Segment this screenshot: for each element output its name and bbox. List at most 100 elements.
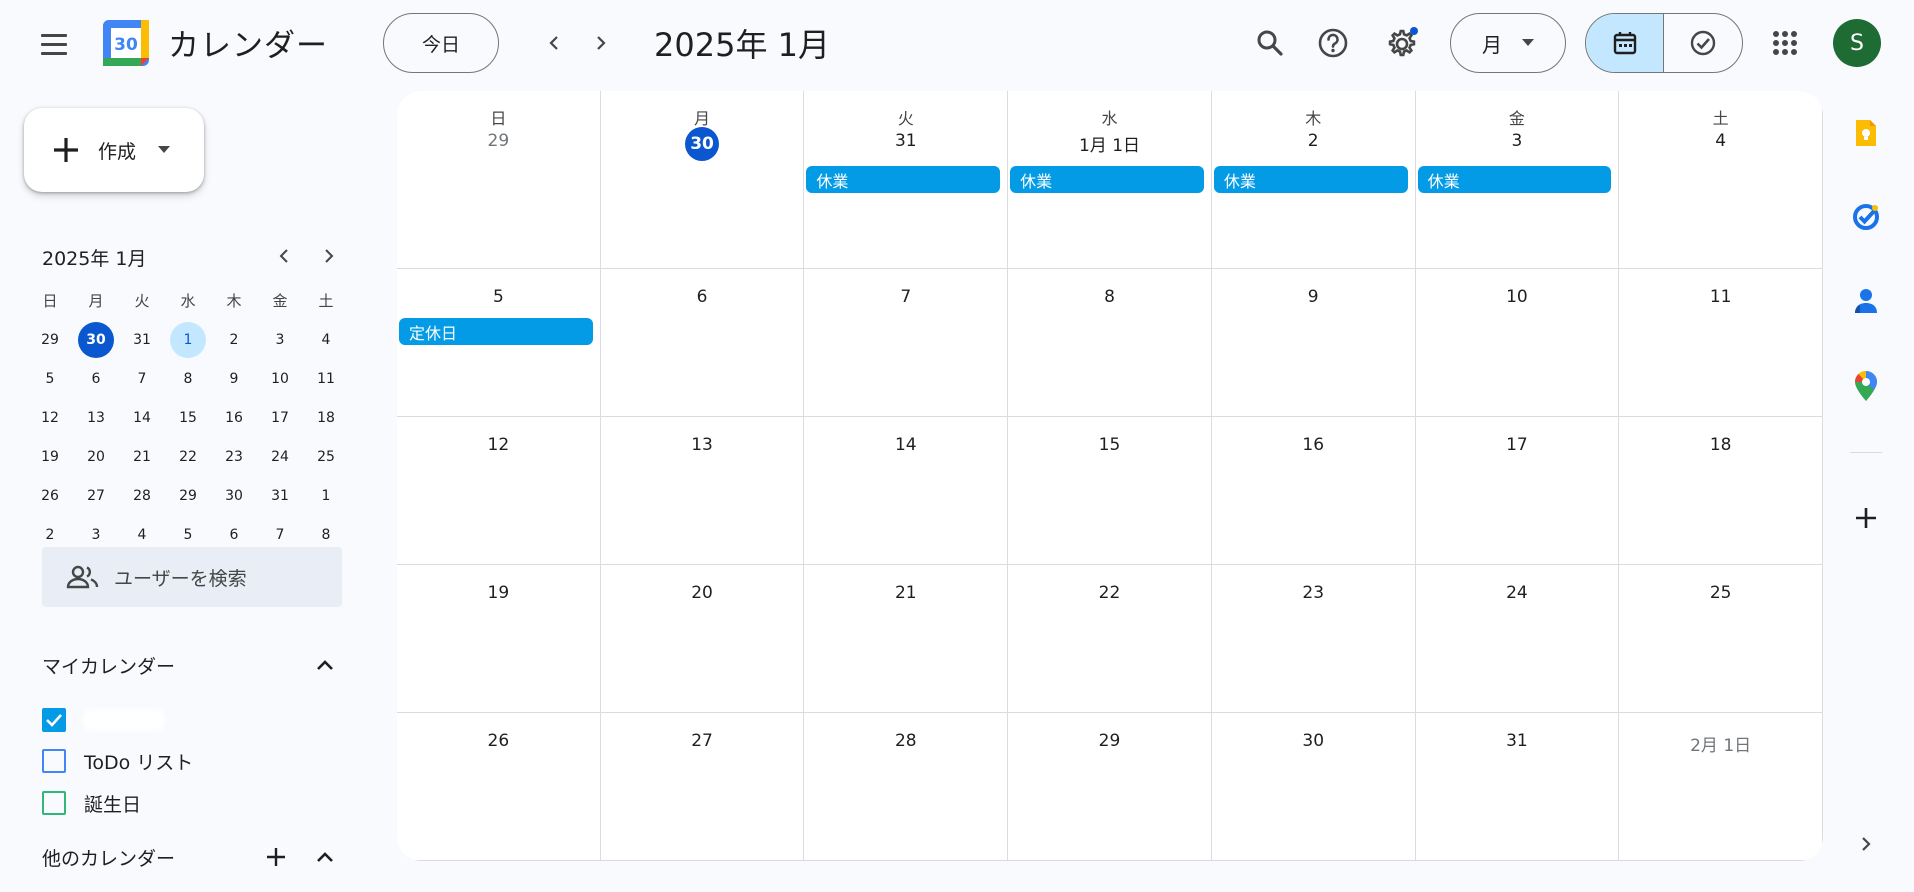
day-cell[interactable]: 21 — [804, 565, 1009, 713]
mini-day[interactable]: 27 — [73, 476, 119, 515]
day-number[interactable]: 27 — [601, 731, 804, 751]
day-cell[interactable]: 27 — [600, 713, 805, 861]
mini-day[interactable]: 8 — [165, 359, 211, 398]
day-cell[interactable]: 16 — [1211, 417, 1416, 565]
day-cell[interactable]: 14 — [804, 417, 1009, 565]
calendar-view-toggle[interactable] — [1586, 14, 1664, 72]
day-number[interactable]: 17 — [1416, 435, 1619, 455]
main-menu-icon[interactable] — [34, 24, 74, 64]
mini-day[interactable]: 29 — [165, 476, 211, 515]
calendar-item-birthdays[interactable]: 誕生日 — [42, 788, 141, 818]
day-cell[interactable]: 31 — [1415, 713, 1620, 861]
mini-day[interactable]: 7 — [119, 359, 165, 398]
day-number[interactable]: 31 — [804, 131, 1007, 151]
day-cell[interactable]: 28 — [804, 713, 1009, 861]
day-number[interactable]: 13 — [601, 435, 804, 455]
day-number[interactable]: 30 — [601, 127, 804, 161]
day-cell[interactable]: 2月 1日 — [1619, 713, 1823, 861]
mini-day[interactable]: 22 — [165, 437, 211, 476]
day-cell[interactable]: 11 — [1619, 269, 1823, 417]
mini-day[interactable]: 23 — [211, 437, 257, 476]
mini-day[interactable]: 2 — [211, 320, 257, 359]
add-other-calendar-button[interactable] — [264, 845, 288, 869]
day-number[interactable]: 4 — [1619, 131, 1822, 151]
mini-day[interactable]: 30 — [73, 320, 119, 359]
day-number[interactable]: 21 — [804, 583, 1007, 603]
event-chip[interactable]: 休業 — [1010, 166, 1204, 193]
search-button[interactable] — [1248, 21, 1292, 65]
day-number[interactable]: 15 — [1008, 435, 1211, 455]
day-number[interactable]: 19 — [397, 583, 600, 603]
mini-day[interactable]: 25 — [303, 437, 349, 476]
apps-button[interactable] — [1763, 21, 1807, 65]
mini-day[interactable]: 1 — [303, 476, 349, 515]
mini-day[interactable]: 19 — [27, 437, 73, 476]
event-chip[interactable]: 休業 — [806, 166, 1001, 193]
calendar-logo-icon[interactable]: 30 — [101, 18, 151, 68]
mini-day[interactable]: 6 — [73, 359, 119, 398]
day-number[interactable]: 30 — [1212, 731, 1415, 751]
calendar-item-todo[interactable]: ToDo リスト — [42, 746, 193, 776]
create-button[interactable]: 作成 — [24, 108, 204, 192]
day-cell[interactable]: 9 — [1211, 269, 1416, 417]
day-cell[interactable]: 26 — [397, 713, 601, 861]
day-cell[interactable]: 25 — [1619, 565, 1823, 713]
mini-day[interactable]: 16 — [211, 398, 257, 437]
day-number[interactable]: 2 — [1212, 131, 1415, 151]
day-cell[interactable]: 20 — [600, 565, 805, 713]
day-cell[interactable]: 6 — [600, 269, 805, 417]
mini-day[interactable]: 14 — [119, 398, 165, 437]
mini-day[interactable]: 31 — [257, 476, 303, 515]
day-cell[interactable]: 23 — [1211, 565, 1416, 713]
day-number[interactable]: 20 — [601, 583, 804, 603]
day-number[interactable]: 28 — [804, 731, 1007, 751]
account-avatar[interactable]: S — [1833, 19, 1881, 67]
day-number[interactable]: 22 — [1008, 583, 1211, 603]
search-people-input[interactable]: ユーザーを検索 — [42, 547, 342, 607]
day-cell[interactable]: 13 — [600, 417, 805, 565]
mini-day[interactable]: 5 — [27, 359, 73, 398]
previous-month-button[interactable] — [536, 25, 572, 61]
calendar-checkbox[interactable] — [42, 749, 66, 773]
day-number[interactable]: 5 — [397, 287, 600, 307]
view-mode-select[interactable]: 月 — [1450, 13, 1566, 73]
other-calendars-collapse-button[interactable] — [313, 845, 337, 869]
help-button[interactable] — [1311, 21, 1355, 65]
day-number[interactable]: 16 — [1212, 435, 1415, 455]
keep-button[interactable] — [1846, 113, 1886, 153]
mini-day[interactable]: 13 — [73, 398, 119, 437]
mini-day[interactable]: 24 — [257, 437, 303, 476]
day-number[interactable]: 8 — [1008, 287, 1211, 307]
mini-day[interactable]: 29 — [27, 320, 73, 359]
mini-prev-month-button[interactable] — [271, 243, 297, 269]
mini-day[interactable]: 9 — [211, 359, 257, 398]
mini-day[interactable]: 10 — [257, 359, 303, 398]
day-cell[interactable]: 8 — [1008, 269, 1212, 417]
mini-day[interactable]: 15 — [165, 398, 211, 437]
mini-day[interactable]: 21 — [119, 437, 165, 476]
mini-day[interactable]: 20 — [73, 437, 119, 476]
day-cell[interactable]: 19 — [397, 565, 601, 713]
day-cell[interactable]: 17 — [1415, 417, 1620, 565]
day-number[interactable]: 18 — [1619, 435, 1822, 455]
day-cell[interactable]: 月 30 — [600, 91, 805, 269]
mini-day[interactable]: 26 — [27, 476, 73, 515]
day-cell[interactable]: 30 — [1211, 713, 1416, 861]
day-number[interactable]: 31 — [1416, 731, 1619, 751]
mini-day[interactable]: 3 — [257, 320, 303, 359]
day-cell[interactable]: 29 — [1008, 713, 1212, 861]
my-calendars-collapse-button[interactable] — [313, 653, 337, 677]
mini-day[interactable]: 31 — [119, 320, 165, 359]
tasks-view-toggle[interactable] — [1664, 14, 1742, 72]
mini-day[interactable]: 18 — [303, 398, 349, 437]
day-number[interactable]: 10 — [1416, 287, 1619, 307]
day-cell[interactable]: 7 — [804, 269, 1009, 417]
day-number[interactable]: 25 — [1619, 583, 1822, 603]
mini-day[interactable]: 4 — [303, 320, 349, 359]
day-cell[interactable]: 24 — [1415, 565, 1620, 713]
day-number[interactable]: 3 — [1416, 131, 1619, 151]
show-side-panel-button[interactable] — [1846, 824, 1886, 864]
tasks-button[interactable] — [1846, 197, 1886, 237]
calendar-checkbox[interactable] — [42, 708, 66, 732]
day-number[interactable]: 12 — [397, 435, 600, 455]
